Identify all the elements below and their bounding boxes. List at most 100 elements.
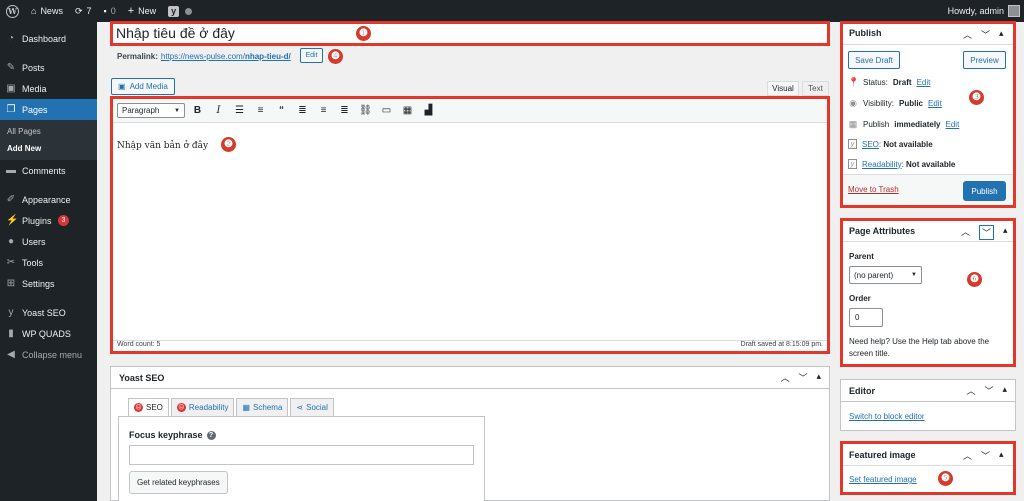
sidebar-item-label: Plugins xyxy=(22,215,52,226)
sidebar-item-settings[interactable]: ⊞ Settings xyxy=(0,273,97,294)
yoast-admin-bar-link[interactable]: y xyxy=(162,0,185,22)
sidebar-item-posts[interactable]: ✎ Posts xyxy=(0,57,97,78)
readability-link[interactable]: Readability xyxy=(862,160,902,169)
page-title-input[interactable]: Nhập tiêu đề ở đây xyxy=(116,25,235,41)
users-icon: ● xyxy=(7,236,15,247)
switch-to-block-editor-link[interactable]: Switch to block editor xyxy=(849,412,925,421)
tab-seo[interactable]: ☹ SEO xyxy=(128,398,169,416)
focus-keyphrase-label: Focus keyphrase ? xyxy=(129,430,216,440)
sidebar-item-users[interactable]: ● Users xyxy=(0,231,97,252)
move-down-icon[interactable]: ﹀ xyxy=(984,384,993,397)
updates-count: 7 xyxy=(86,6,92,16)
marker-3: ❸ xyxy=(969,90,984,105)
toggle-panel-icon[interactable]: ▴ xyxy=(1003,225,1008,240)
submenu-add-new[interactable]: Add New xyxy=(0,140,97,157)
wp-quads-icon[interactable]: ▟ xyxy=(420,102,437,119)
italic-button[interactable]: I xyxy=(210,102,227,119)
editor-toolbar: Paragraph ▼ B I ☰ ≡ “ ≣ ≡ ≣ ⛓ ▭ ▦ ▟ xyxy=(113,99,827,123)
parent-select[interactable]: (no parent) ▼ xyxy=(849,266,922,284)
toggle-panel-icon[interactable]: ▴ xyxy=(1002,384,1007,397)
move-up-icon[interactable]: ︿ xyxy=(961,225,970,240)
schedule-row: ▦ Publish immediately Edit xyxy=(848,119,960,130)
updates-link[interactable]: ⟳ 7 xyxy=(69,0,98,22)
grid-icon: ▦ xyxy=(242,403,251,412)
toggle-panel-icon[interactable]: ▴ xyxy=(999,28,1004,41)
move-up-icon[interactable]: ︿ xyxy=(966,384,975,397)
move-up-icon[interactable]: ︿ xyxy=(963,449,972,462)
help-icon[interactable]: ? xyxy=(206,430,216,440)
order-input[interactable]: 0 xyxy=(849,308,883,327)
sidebar-item-label: Settings xyxy=(22,278,55,289)
sidebar-item-label: Collapse menu xyxy=(22,349,83,360)
sidebar-item-media[interactable]: ▣ Media xyxy=(0,78,97,99)
permalink-link[interactable]: https://news-pulse.com/nhap-tieu-d/ xyxy=(161,52,291,61)
tab-schema[interactable]: ▦ Schema xyxy=(236,398,289,416)
sidebar-item-yoast-seo[interactable]: y Yoast SEO xyxy=(0,302,97,323)
seo-link[interactable]: SEO xyxy=(862,140,879,149)
numbered-list-icon[interactable]: ≡ xyxy=(252,102,269,119)
toggle-panel-icon[interactable]: ▴ xyxy=(816,371,821,384)
preview-button[interactable]: Preview xyxy=(963,51,1006,69)
editor-content[interactable]: Nhập văn bản ở đây xyxy=(117,141,208,151)
wrench-icon: ✂ xyxy=(6,257,16,268)
move-down-icon[interactable]: ﹀ xyxy=(979,225,995,240)
publish-divider xyxy=(843,44,1013,45)
edit-visibility-link[interactable]: Edit xyxy=(928,99,942,108)
sidebar-item-appearance[interactable]: ✐ Appearance xyxy=(0,189,97,210)
editor-metabox-title: Editor xyxy=(849,385,875,396)
edit-permalink-button[interactable]: Edit xyxy=(300,48,323,63)
edit-schedule-link[interactable]: Edit xyxy=(946,120,960,129)
link-icon[interactable]: ⛓ xyxy=(357,102,374,119)
permalink-row: Permalink: https://news-pulse.com/nhap-t… xyxy=(117,52,291,61)
tab-text[interactable]: Text xyxy=(802,81,829,96)
align-center-icon[interactable]: ≡ xyxy=(315,102,332,119)
add-media-button[interactable]: ▣ Add Media xyxy=(111,78,175,95)
share-icon: ⋖ xyxy=(296,403,304,412)
read-more-icon[interactable]: ▭ xyxy=(378,102,395,119)
sidebar-collapse-menu[interactable]: ◀ Collapse menu xyxy=(0,344,97,365)
get-related-keyphrases-button[interactable]: Get related keyphrases xyxy=(129,471,228,494)
bullet-list-icon[interactable]: ☰ xyxy=(231,102,248,119)
sidebar-item-tools[interactable]: ✂ Tools xyxy=(0,252,97,273)
move-to-trash-link[interactable]: Move to Trash xyxy=(848,185,899,194)
new-content-link[interactable]: + New xyxy=(122,0,162,22)
move-down-icon[interactable]: ﹀ xyxy=(798,371,807,384)
focus-keyphrase-input[interactable] xyxy=(129,445,474,465)
wp-logo-menu[interactable]: W xyxy=(0,0,25,22)
yoast-icon: y xyxy=(848,139,857,149)
chevron-down-icon: ▼ xyxy=(911,272,917,278)
save-draft-button[interactable]: Save Draft xyxy=(848,51,900,69)
site-name-link[interactable]: ⌂ News xyxy=(25,0,69,22)
tab-visual[interactable]: Visual xyxy=(767,81,799,96)
align-right-icon[interactable]: ≣ xyxy=(336,102,353,119)
format-select[interactable]: Paragraph ▼ xyxy=(117,103,185,118)
tab-readability[interactable]: ☹ Readability xyxy=(170,398,235,416)
tab-social[interactable]: ⋖ Social xyxy=(290,398,334,416)
tab-label: SEO xyxy=(146,403,163,412)
sidebar-item-wp-quads[interactable]: ▮ WP QUADS xyxy=(0,323,97,344)
sidebar-item-plugins[interactable]: ⚡ Plugins 3 xyxy=(0,210,97,231)
add-media-label: Add Media xyxy=(129,82,168,91)
blockquote-icon[interactable]: “ xyxy=(273,102,290,119)
align-left-icon[interactable]: ≣ xyxy=(294,102,311,119)
publish-button[interactable]: Publish xyxy=(963,181,1006,201)
visibility-value: Public xyxy=(898,99,923,108)
move-up-icon[interactable]: ︿ xyxy=(780,371,789,384)
submenu-all-pages[interactable]: All Pages xyxy=(0,123,97,140)
account-menu[interactable]: Howdy, admin xyxy=(948,0,1020,22)
comments-link[interactable]: ▪ 0 xyxy=(98,0,122,22)
move-down-icon[interactable]: ﹀ xyxy=(981,28,990,41)
set-featured-image-link[interactable]: Set featured image xyxy=(849,475,917,484)
sidebar-item-pages[interactable]: ❐ Pages xyxy=(0,99,97,120)
featured-image-handle-actions: ︿ ﹀ ▴ xyxy=(963,449,1004,462)
toggle-panel-icon[interactable]: ▴ xyxy=(999,449,1004,462)
move-up-icon[interactable]: ︿ xyxy=(963,28,972,41)
sidebar-item-dashboard[interactable]: ◔ Dashboard xyxy=(0,28,97,49)
bold-button[interactable]: B xyxy=(189,102,206,119)
edit-status-link[interactable]: Edit xyxy=(917,78,931,87)
format-select-value: Paragraph xyxy=(122,106,160,115)
toolbar-toggle-icon[interactable]: ▦ xyxy=(399,102,416,119)
eye-icon: ◉ xyxy=(849,98,857,108)
sidebar-item-comments[interactable]: ▬ Comments xyxy=(0,160,97,181)
move-down-icon[interactable]: ﹀ xyxy=(981,449,990,462)
